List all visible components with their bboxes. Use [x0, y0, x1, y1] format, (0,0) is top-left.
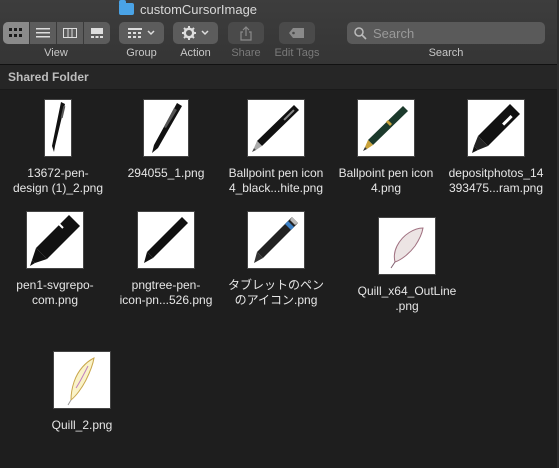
pen-slim-icon	[144, 100, 188, 156]
fat-pen-icon	[27, 212, 83, 268]
columns-icon	[63, 28, 77, 38]
slim-pen-icon	[138, 212, 194, 268]
chevron-down-icon	[147, 30, 155, 36]
green-pen-icon	[358, 100, 414, 156]
icon-view-button[interactable]	[3, 22, 30, 44]
share-label: Share	[231, 47, 261, 59]
file-name: Quill_2.png	[51, 418, 113, 432]
grid-icon	[9, 28, 22, 37]
list-view-button[interactable]	[30, 22, 57, 44]
file-name: Ballpoint pen icon 4_black...hite.png	[228, 166, 324, 195]
search-label: Search	[428, 47, 464, 59]
file-name: depositphotos_14 393475...ram.png	[448, 166, 544, 195]
group-icon	[128, 28, 142, 38]
window-title-text: customCursorImage	[140, 1, 258, 17]
file-item[interactable]: Ballpoint pen icon 4.png	[331, 100, 441, 196]
file-name: Ballpoint pen icon 4.png	[338, 166, 434, 195]
list-icon	[36, 28, 50, 38]
search-input[interactable]	[371, 24, 545, 42]
gear-icon	[182, 26, 196, 40]
action-label: Action	[180, 47, 211, 59]
search-field[interactable]	[347, 22, 545, 44]
edit-tags-label: Edit Tags	[274, 47, 320, 59]
toolbar: customCursorImage View Group Action Shar…	[0, 0, 559, 65]
view-label: View	[44, 47, 68, 59]
column-view-button[interactable]	[57, 22, 84, 44]
file-item[interactable]: 294055_1.png	[111, 100, 221, 181]
marker-pen-icon	[468, 100, 524, 156]
folder-icon	[119, 0, 134, 15]
file-item[interactable]: タブレットのペン のアイコン.png	[221, 212, 331, 308]
tablet-pen-icon	[248, 212, 304, 268]
share-button[interactable]	[228, 22, 264, 44]
section-title: Shared Folder	[8, 70, 89, 84]
ballpoint-pen-icon	[248, 100, 304, 156]
edit-tags-button[interactable]	[279, 22, 315, 44]
file-item[interactable]: Quill_2.png	[27, 352, 137, 433]
action-button[interactable]	[173, 22, 218, 44]
file-item[interactable]: pngtree-pen-icon-pn...526.png	[111, 212, 221, 308]
file-item[interactable]: Quill_x64_OutLine .png	[352, 218, 462, 314]
file-name: 13672-pen-design (1)_2.png	[12, 166, 104, 195]
chevron-down-icon	[201, 30, 209, 36]
file-name: pngtree-pen-icon-pn...526.png	[119, 278, 213, 307]
file-item[interactable]: depositphotos_14 393475...ram.png	[441, 100, 551, 196]
quill-outline-icon	[379, 218, 435, 274]
view-segmented-control	[3, 22, 110, 44]
file-name: 294055_1.png	[127, 166, 205, 180]
gallery-view-button[interactable]	[84, 22, 110, 44]
section-header: Shared Folder	[0, 65, 559, 90]
group-button[interactable]	[119, 22, 164, 44]
gallery-icon	[91, 28, 103, 38]
file-name: タブレットのペン のアイコン.png	[227, 278, 324, 307]
tag-icon	[289, 28, 304, 38]
file-item[interactable]: Ballpoint pen icon 4_black...hite.png	[221, 100, 331, 196]
file-name: Quill_x64_OutLine .png	[357, 284, 457, 313]
file-name: pen1-svgrepo-com.png	[16, 278, 94, 307]
quill-icon	[54, 352, 110, 408]
search-icon	[354, 26, 367, 40]
share-icon	[240, 25, 252, 41]
group-label: Group	[126, 47, 157, 59]
file-item[interactable]: 13672-pen-design (1)_2.png	[3, 100, 113, 196]
pen-thin-icon	[45, 100, 71, 156]
window-title: customCursorImage	[119, 0, 258, 17]
file-item[interactable]: pen1-svgrepo-com.png	[0, 212, 110, 308]
